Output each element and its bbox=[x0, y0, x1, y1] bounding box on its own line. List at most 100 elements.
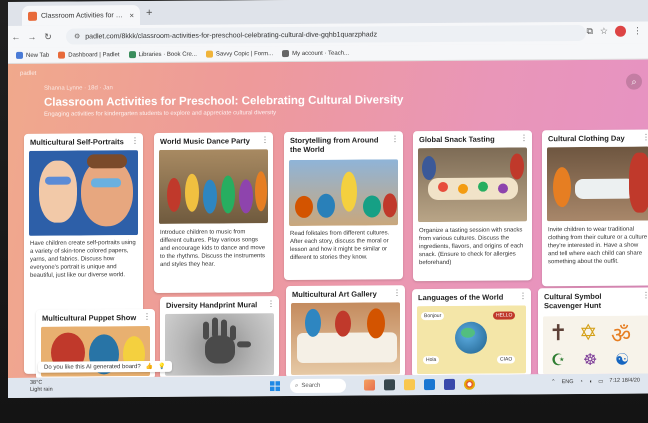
card-menu-icon[interactable]: ⋮ bbox=[261, 135, 269, 144]
card-image[interactable] bbox=[29, 150, 138, 236]
card-image[interactable] bbox=[291, 302, 400, 376]
search-icon[interactable]: ⌕ bbox=[626, 73, 642, 90]
card-body: Invite children to wear traditional clot… bbox=[548, 226, 648, 266]
card-title: World Music Dance Party bbox=[160, 136, 250, 146]
dharma-wheel-icon: ☸ bbox=[583, 351, 598, 369]
yin-yang-icon: ☯ bbox=[615, 351, 630, 369]
crescent-icon: ☪ bbox=[551, 352, 566, 370]
card-diversity-handprint-mural[interactable]: Diversity Handprint Mural ⋮ bbox=[160, 296, 279, 378]
card-menu-icon[interactable]: ⋮ bbox=[267, 299, 275, 308]
cast-icon[interactable]: ⧉ bbox=[586, 26, 592, 37]
menu-icon[interactable]: ⋮ bbox=[633, 26, 642, 37]
tab-close-icon[interactable]: × bbox=[129, 11, 134, 20]
back-icon[interactable]: ← bbox=[8, 32, 24, 42]
card-menu-icon[interactable]: ⋮ bbox=[520, 133, 528, 142]
battery-icon[interactable]: ▭ bbox=[598, 379, 603, 385]
windows-taskbar: 38°C Light rain ⌕ Search ⌃ ENG ◔ ◖ ▭ 7:1… bbox=[8, 373, 648, 398]
weather-desc: Light rain bbox=[30, 386, 53, 393]
profile-avatar[interactable] bbox=[615, 25, 626, 37]
card-image[interactable]: ✝ ✡ ॐ ☪ ☸ ☯ bbox=[543, 315, 648, 375]
taskbar-search[interactable]: ⌕ Search bbox=[290, 378, 346, 394]
card-body: Introduce children to music from differe… bbox=[160, 229, 266, 269]
store-icon[interactable] bbox=[444, 378, 455, 390]
language-indicator[interactable]: ENG bbox=[562, 379, 574, 385]
bookmark-label: Savvy Copic | Form... bbox=[215, 50, 274, 58]
ai-feedback-toast: Do you like this AI generated board? 👍 💡 bbox=[38, 360, 172, 373]
forward-icon[interactable]: → bbox=[24, 32, 40, 42]
bookmark-label: New Tab bbox=[26, 52, 50, 59]
new-tab-button[interactable]: + bbox=[146, 7, 152, 19]
card-menu-icon[interactable]: ⋮ bbox=[519, 291, 527, 300]
padlet-board: padlet Shanna Lynne · 18d · Jan Classroo… bbox=[8, 59, 648, 378]
card-image[interactable] bbox=[418, 147, 527, 223]
bookmark-favicon-icon bbox=[205, 50, 213, 58]
card-title: Diversity Handprint Mural bbox=[166, 300, 258, 310]
star-of-david-icon: ✡ bbox=[579, 319, 598, 346]
task-view-icon[interactable] bbox=[384, 379, 395, 391]
card-global-snack-tasting[interactable]: Global Snack Tasting ⋮ Organize a tastin… bbox=[413, 130, 532, 282]
card-world-music-dance-party[interactable]: World Music Dance Party ⋮ Introduce chil… bbox=[154, 132, 273, 293]
bookmark-label: Dashboard | Padlet bbox=[68, 51, 120, 59]
card-menu-icon[interactable]: ⋮ bbox=[393, 288, 401, 297]
reload-icon[interactable]: ↻ bbox=[40, 31, 56, 42]
speech-bubble: Bonjour bbox=[421, 311, 445, 321]
thumbs-up-icon[interactable]: 👍 bbox=[146, 363, 153, 370]
card-cultural-clothing-day[interactable]: Cultural Clothing Day ⋮ Invite children … bbox=[542, 129, 648, 287]
card-image[interactable] bbox=[289, 159, 398, 227]
site-info-icon[interactable]: ⚙ bbox=[74, 32, 80, 40]
card-menu-icon[interactable]: ⋮ bbox=[642, 133, 648, 142]
chrome-icon[interactable] bbox=[464, 378, 475, 390]
card-menu-icon[interactable]: ⋮ bbox=[642, 291, 648, 300]
card-multicultural-art-gallery[interactable]: Multicultural Art Gallery ⋮ bbox=[286, 285, 405, 378]
card-menu-icon[interactable]: ⋮ bbox=[391, 134, 399, 143]
volume-icon[interactable]: ◖ bbox=[589, 379, 592, 385]
bookmark-item[interactable]: My account · Teach... bbox=[282, 50, 349, 58]
cross-symbol-icon: ✝ bbox=[549, 320, 568, 346]
card-image[interactable]: Bonjour HELLO Hola CIAO bbox=[417, 305, 526, 375]
card-cultural-symbol-scavenger-hunt[interactable]: Cultural Symbol Scavenger Hunt ⋮ ✝ ✡ ॐ ☪… bbox=[538, 287, 648, 377]
card-menu-icon[interactable]: ⋮ bbox=[143, 312, 151, 321]
padlet-logo[interactable]: padlet bbox=[20, 71, 36, 77]
board-owner: Shanna Lynne · 18d · Jan bbox=[44, 85, 113, 92]
browser-tab[interactable]: Classroom Activities for Presch × bbox=[22, 5, 140, 26]
clock[interactable]: 7:12 18/4/20 bbox=[609, 377, 640, 385]
bookmark-item[interactable]: Savvy Copic | Form... bbox=[205, 50, 274, 58]
file-explorer-icon[interactable] bbox=[404, 379, 415, 391]
speech-bubble: Hola bbox=[423, 355, 440, 365]
bookmark-item[interactable]: Dashboard | Padlet bbox=[58, 51, 120, 59]
bookmark-item[interactable]: New Tab bbox=[16, 51, 50, 59]
lightbulb-icon[interactable]: 💡 bbox=[158, 363, 165, 370]
card-image[interactable] bbox=[547, 146, 648, 222]
speech-bubble: HELLO bbox=[493, 311, 516, 320]
card-languages-of-the-world[interactable]: Languages of the World ⋮ Bonjour HELLO H… bbox=[412, 288, 531, 378]
clock-date: 18/4/20 bbox=[621, 377, 640, 384]
address-bar[interactable]: ⚙ padlet.com/8kkk/classroom-activities-f… bbox=[66, 24, 586, 45]
windows-start-icon[interactable] bbox=[270, 381, 280, 392]
card-body: Read folktales from different cultures. … bbox=[290, 230, 390, 262]
bookmark-label: Libraries · Book Cre... bbox=[138, 51, 197, 58]
bookmark-item[interactable]: Libraries · Book Cre... bbox=[128, 51, 197, 59]
weather-widget[interactable]: 38°C Light rain bbox=[30, 380, 53, 393]
card-menu-icon[interactable]: ⋮ bbox=[131, 136, 139, 145]
bookmark-star-icon[interactable]: ☆ bbox=[600, 26, 608, 37]
system-tray: ⌃ ENG ◔ ◖ ▭ 7:12 18/4/20 bbox=[551, 377, 640, 386]
wifi-icon[interactable]: ◔ bbox=[580, 379, 583, 385]
card-title: Multicultural Self-Portraits bbox=[30, 137, 124, 147]
bookmark-favicon-icon bbox=[128, 51, 136, 59]
card-storytelling[interactable]: Storytelling from Around the World ⋮ Rea… bbox=[284, 131, 403, 281]
tray-chevron-icon[interactable]: ⌃ bbox=[551, 379, 556, 385]
card-body: Organize a tasting session with snacks f… bbox=[419, 227, 524, 267]
toolbar-actions: ⧉ ☆ ⋮ bbox=[586, 26, 642, 37]
card-image[interactable] bbox=[159, 149, 268, 224]
widgets-icon[interactable] bbox=[364, 379, 375, 391]
card-title: Multicultural Art Gallery bbox=[292, 289, 377, 300]
card-title: Storytelling from Around the World bbox=[290, 135, 379, 155]
card-image[interactable] bbox=[165, 313, 274, 376]
card-title: Multicultural Puppet Show bbox=[42, 313, 137, 323]
mail-icon[interactable] bbox=[424, 379, 435, 391]
taskbar-apps bbox=[364, 378, 475, 391]
padlet-favicon-icon bbox=[28, 11, 37, 21]
bookmark-favicon-icon bbox=[16, 51, 23, 59]
board-title: Classroom Activities for Preschool: Cele… bbox=[44, 94, 404, 109]
monitor-frame: Classroom Activities for Presch × + ← → … bbox=[0, 0, 648, 423]
